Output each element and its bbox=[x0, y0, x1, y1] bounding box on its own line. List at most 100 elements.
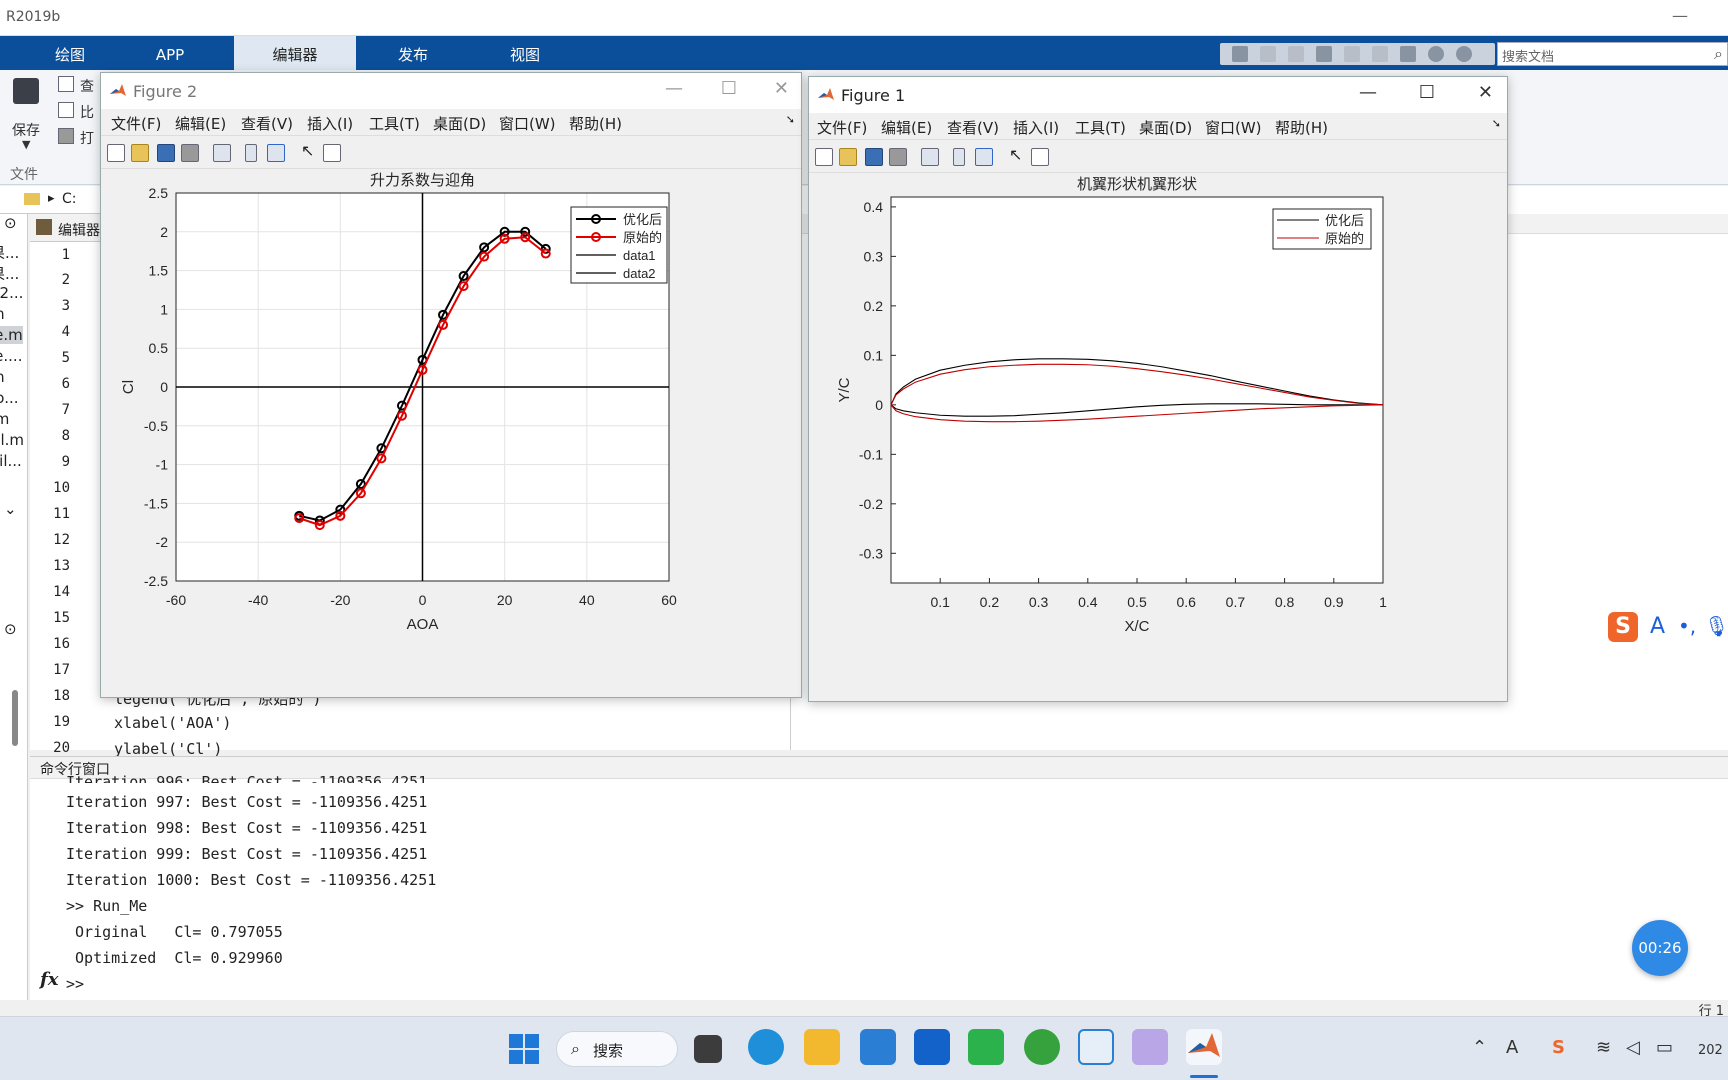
menu-file[interactable]: 文件(F) bbox=[111, 113, 161, 134]
panel-collapse-icon[interactable]: ⊙ bbox=[4, 620, 17, 638]
paste-icon[interactable] bbox=[1316, 46, 1332, 62]
matlab-taskbar-icon[interactable] bbox=[1186, 1029, 1222, 1065]
open-file-icon[interactable] bbox=[839, 148, 857, 166]
save-icon[interactable] bbox=[1232, 46, 1248, 62]
wifi-icon[interactable]: ≋ bbox=[1596, 1037, 1611, 1058]
menu-file[interactable]: 文件(F) bbox=[817, 117, 867, 138]
cut-icon[interactable] bbox=[1260, 46, 1276, 62]
insert-colorbar-icon[interactable] bbox=[953, 148, 965, 166]
minimize-icon[interactable]: — bbox=[665, 78, 683, 99]
tab-publish[interactable]: 发布 bbox=[356, 36, 470, 70]
sogou-tray-icon[interactable]: S bbox=[1552, 1037, 1565, 1058]
menu-edit[interactable]: 编辑(E) bbox=[175, 113, 226, 134]
close-icon[interactable]: ✕ bbox=[774, 78, 789, 99]
property-inspector-icon[interactable] bbox=[323, 144, 341, 162]
print-icon[interactable] bbox=[58, 128, 74, 144]
file-item-selected[interactable]: le.m bbox=[0, 326, 23, 344]
maximize-icon[interactable]: ☐ bbox=[721, 78, 737, 99]
edit-plot-icon[interactable]: ↖ bbox=[1009, 145, 1027, 164]
open-file-icon[interactable] bbox=[131, 144, 149, 162]
battery-icon[interactable]: ▭ bbox=[1656, 1037, 1673, 1058]
figure-2-window[interactable]: Figure 2 — ☐ ✕ 文件(F) 编辑(E) 查看(V) 插入(I) 工… bbox=[100, 72, 802, 698]
tab-plots[interactable]: 绘图 bbox=[20, 36, 120, 70]
menu-tools[interactable]: 工具(T) bbox=[1075, 117, 1126, 138]
file-item[interactable]: 果... bbox=[0, 242, 19, 263]
file-item[interactable]: m bbox=[0, 368, 5, 386]
minimize-icon[interactable]: — bbox=[1359, 82, 1377, 103]
file-item[interactable]: le.... bbox=[0, 347, 22, 365]
search-icon[interactable]: ⌕ bbox=[1714, 44, 1723, 64]
print-figure-icon[interactable] bbox=[889, 148, 907, 166]
figure-titlebar[interactable]: Figure 2 — ☐ ✕ bbox=[101, 73, 801, 109]
path-segment[interactable]: C: bbox=[62, 191, 77, 207]
menu-desktop[interactable]: 桌面(D) bbox=[433, 113, 486, 134]
link-plot-icon[interactable] bbox=[213, 144, 231, 162]
minimize-icon[interactable]: — bbox=[1672, 6, 1688, 25]
close-icon[interactable]: ✕ bbox=[1478, 82, 1493, 103]
find-files-icon[interactable] bbox=[58, 76, 74, 92]
help-icon[interactable] bbox=[1428, 46, 1444, 62]
insert-legend-icon[interactable] bbox=[975, 148, 993, 166]
ie-browser-icon[interactable] bbox=[1024, 1029, 1060, 1065]
security-app-icon[interactable] bbox=[914, 1029, 950, 1065]
figure-1-window[interactable]: Figure 1 — ☐ ✕ 文件(F) 编辑(E) 查看(V) 插入(I) 工… bbox=[808, 76, 1508, 702]
sogou-logo-icon[interactable]: S bbox=[1608, 612, 1638, 642]
link-plot-icon[interactable] bbox=[921, 148, 939, 166]
command-prompt[interactable]: >> bbox=[66, 975, 84, 993]
edit-plot-icon[interactable]: ↖ bbox=[301, 141, 319, 160]
switch-windows-icon[interactable] bbox=[1400, 46, 1416, 62]
microphone-icon[interactable]: 🎙 bbox=[1704, 614, 1728, 638]
recording-timer[interactable]: 00:26 bbox=[1632, 920, 1688, 976]
menu-view[interactable]: 查看(V) bbox=[947, 117, 999, 138]
task-view-icon[interactable] bbox=[694, 1035, 722, 1063]
menu-edit[interactable]: 编辑(E) bbox=[881, 117, 932, 138]
edge-browser-icon[interactable] bbox=[748, 1029, 784, 1065]
tab-view[interactable]: 视图 bbox=[470, 36, 580, 70]
new-figure-icon[interactable] bbox=[107, 144, 125, 162]
find-files-label[interactable]: 查 bbox=[80, 76, 94, 96]
save-large-icon[interactable] bbox=[13, 78, 39, 104]
menu-tools[interactable]: 工具(T) bbox=[369, 113, 420, 134]
file-item[interactable]: 果... bbox=[0, 263, 19, 284]
menu-help[interactable]: 帮助(H) bbox=[569, 113, 622, 134]
insert-legend-icon[interactable] bbox=[267, 144, 285, 162]
ime-toolbar[interactable]: S A •, 🎙 bbox=[1600, 608, 1728, 648]
file-item[interactable]: .m bbox=[0, 410, 9, 428]
wechat-icon[interactable] bbox=[968, 1029, 1004, 1065]
undo-icon[interactable] bbox=[1344, 46, 1360, 62]
punctuation-icon[interactable]: •, bbox=[1678, 614, 1696, 638]
menu-view[interactable]: 查看(V) bbox=[241, 113, 293, 134]
file-item[interactable]: Cl.m bbox=[0, 431, 24, 449]
menu-window[interactable]: 窗口(W) bbox=[1205, 117, 1262, 138]
dock-arrow-icon[interactable]: ➘ bbox=[1492, 117, 1501, 130]
save-figure-icon[interactable] bbox=[865, 148, 883, 166]
save-figure-icon[interactable] bbox=[157, 144, 175, 162]
font-icon[interactable]: A bbox=[1506, 1037, 1518, 1058]
app-icon[interactable] bbox=[1132, 1029, 1168, 1065]
chevron-up-icon[interactable]: ⌃ bbox=[1472, 1037, 1487, 1058]
editor-tab-label[interactable]: 编辑器 bbox=[58, 220, 100, 240]
file-item[interactable]: fo... bbox=[0, 389, 19, 407]
scrollbar-thumb[interactable] bbox=[12, 690, 18, 746]
new-figure-icon[interactable] bbox=[815, 148, 833, 166]
file-explorer-icon[interactable] bbox=[804, 1029, 840, 1065]
file-item[interactable]: oil... bbox=[0, 452, 22, 470]
figure-titlebar[interactable]: Figure 1 — ☐ ✕ bbox=[809, 77, 1507, 113]
save-dropdown-icon[interactable]: ▼ bbox=[22, 138, 30, 151]
menu-window[interactable]: 窗口(W) bbox=[499, 113, 556, 134]
tab-apps[interactable]: APP bbox=[120, 36, 220, 70]
menu-desktop[interactable]: 桌面(D) bbox=[1139, 117, 1192, 138]
print-figure-icon[interactable] bbox=[181, 144, 199, 162]
insert-colorbar-icon[interactable] bbox=[245, 144, 257, 162]
file-item[interactable]: d2... bbox=[0, 284, 23, 302]
maximize-icon[interactable]: ☐ bbox=[1419, 82, 1435, 103]
search-input[interactable]: 搜索文档 ⌕ bbox=[1497, 42, 1728, 66]
airfoil-shape-chart[interactable]: 0.1 0.2 0.3 0.4 0.5 0.6 0.7 0.8 0.9 1 -0.3 -0.2 -0.1… bbox=[809, 173, 1507, 702]
chevron-down-icon[interactable] bbox=[1456, 46, 1472, 62]
lift-coefficient-chart[interactable]: -60 -40 -20 0 20 40 60 -2.5 -2 -1.5 -1 -0.5 0 0.5 1 1.5… bbox=[101, 169, 801, 698]
fx-icon[interactable]: fx bbox=[40, 969, 58, 990]
mail-icon[interactable] bbox=[860, 1029, 896, 1065]
compare-label[interactable]: 比 bbox=[80, 102, 94, 122]
command-window[interactable]: 命令行窗口 Iteration 996: Best Cost = -110935… bbox=[30, 756, 1728, 1000]
property-inspector-icon[interactable] bbox=[1031, 148, 1049, 166]
